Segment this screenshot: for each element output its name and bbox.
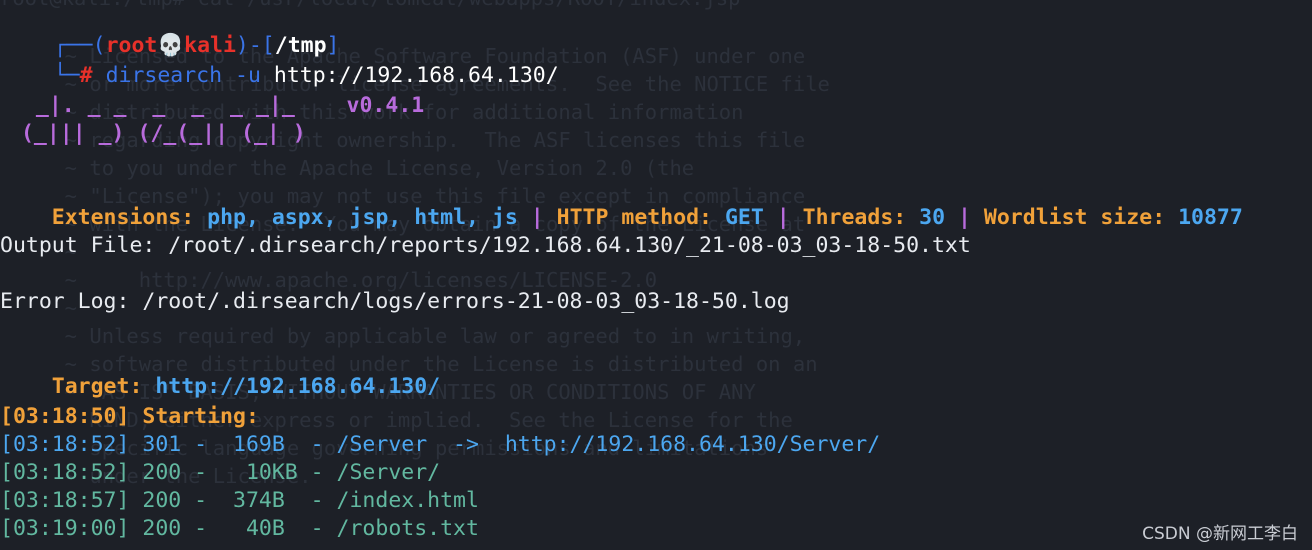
result-row: [03:18:57] 200 - 374B - /index.html [0,488,479,513]
threads-value: 30 [919,205,946,230]
result-row: [03:18:52] 200 - 10KB - /Server/ [0,460,441,485]
starting-line: [03:18:50] Starting: [0,404,259,429]
command-url: http://192.168.64.130/ [273,63,559,88]
result-row: [03:19:00] 200 - 40B - /robots.txt [0,516,479,541]
command-name: dirsearch [105,63,223,88]
banner-version: v0.4.1 [346,93,425,118]
output-file-line: Output File: /root/.dirsearch/reports/19… [0,233,971,258]
error-log-line: Error Log: /root/.dirsearch/logs/errors-… [0,289,790,314]
target-label: Target: [51,374,143,399]
command-flag: -u [235,63,261,88]
target-url: http://192.168.64.130/ [155,374,441,399]
separator: | [530,205,544,230]
result-row: [03:18:52] 301 - 169B - /Server -> http:… [0,432,881,457]
method-label: HTTP method: [556,205,712,230]
separator: | [776,205,790,230]
wordlist-label: Wordlist size: [983,205,1166,230]
separator: | [958,205,971,230]
dirsearch-banner-line1: _|. _ _ _ _ _ _|_ v0.4.1 [10,92,424,120]
wordlist-value: 10877 [1178,205,1243,230]
prompt-symbol: # [79,63,93,88]
extensions-label: Extensions: [51,205,195,230]
dirsearch-banner-line2: (_||| _) (/_(_|| (_| ) [8,121,306,146]
extensions-value: php, aspx, jsp, html, js [207,205,518,230]
threads-label: Threads: [802,205,907,230]
banner-art: _|. _ _ _ _ _ _|_ [10,93,347,118]
terminal-window[interactable]: root@kali:/tmp# cat /usr/local/tomcat/we… [0,0,1312,550]
method-value: GET [724,205,764,230]
prompt-frame: └─ [53,63,80,88]
csdn-watermark: CSDN @新网工李白 [1142,524,1298,544]
